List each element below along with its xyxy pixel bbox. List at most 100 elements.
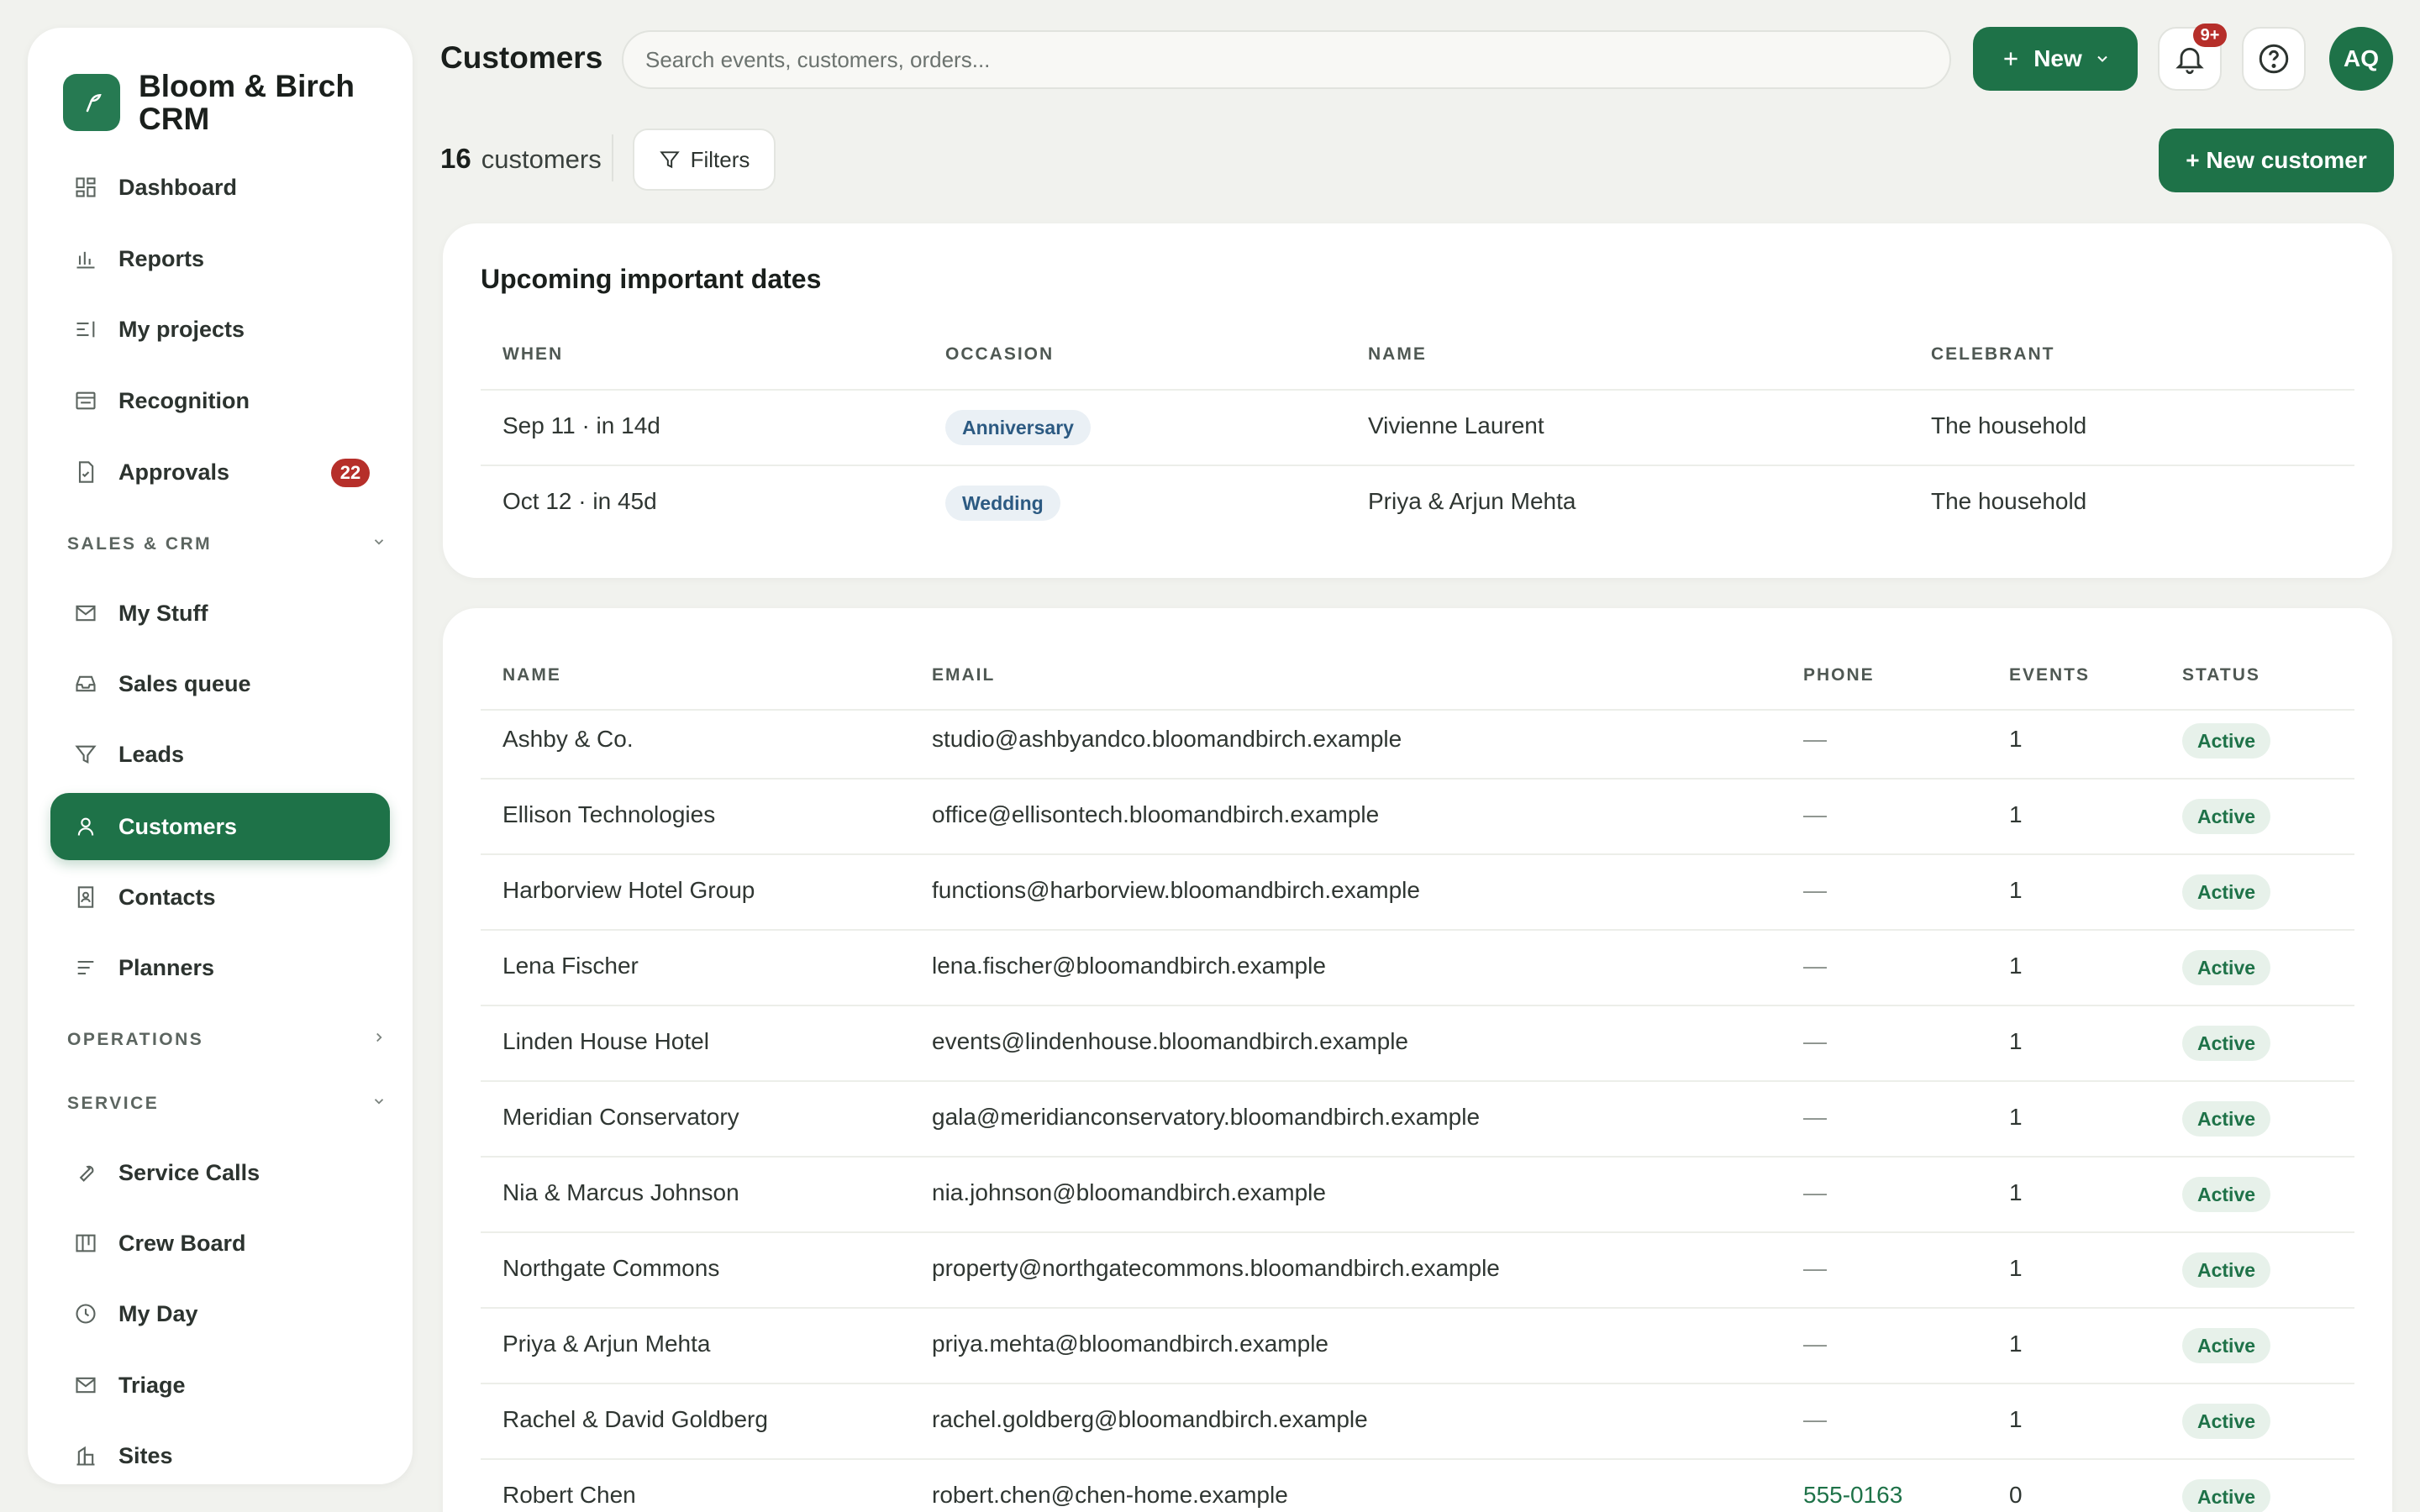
customer-name-cell: Lena Fischer xyxy=(502,953,639,979)
customer-name-cell: Priya & Arjun Mehta xyxy=(502,1331,711,1357)
section-service[interactable]: SERVICE xyxy=(67,1087,387,1121)
email-cell: lena.fischer@bloomandbirch.example xyxy=(932,953,1326,979)
events-cell: 1 xyxy=(2009,1406,2023,1432)
customers-table-card: NAME EMAIL PHONE EVENTS STATUS Ashby & C… xyxy=(443,608,2392,1512)
bell-icon xyxy=(2173,42,2207,76)
sidebar-item-sites[interactable]: Sites xyxy=(50,1422,390,1484)
brand[interactable]: Bloom & Birch CRM xyxy=(63,70,382,135)
occasion-badge: Anniversary xyxy=(945,410,1091,445)
sidebar-item-label: Recognition xyxy=(118,387,250,413)
status-badge: Active xyxy=(2182,1101,2271,1137)
column-header-name: NAME xyxy=(502,665,561,685)
sidebar-item-reports[interactable]: Reports xyxy=(50,225,390,292)
email-cell: events@lindenhouse.bloomandbirch.example xyxy=(932,1028,1408,1054)
events-cell: 1 xyxy=(2009,1028,2023,1054)
customer-name-cell: Nia & Marcus Johnson xyxy=(502,1179,739,1205)
sidebar-item-customers[interactable]: Customers xyxy=(50,793,390,860)
phone-cell: — xyxy=(1803,1406,1827,1432)
sidebar-item-approvals[interactable]: Approvals 22 xyxy=(50,438,390,506)
document-check-icon xyxy=(71,458,100,486)
column-header-status: STATUS xyxy=(2182,665,2260,685)
status-badge: Active xyxy=(2182,1177,2271,1212)
events-cell: 1 xyxy=(2009,1331,2023,1357)
phone-cell: — xyxy=(1803,1104,1827,1130)
name-cell: Priya & Arjun Mehta xyxy=(1368,488,1576,514)
row-divider xyxy=(481,778,2354,780)
phone-link[interactable]: 555-0163 xyxy=(1803,1482,1902,1509)
events-cell: 1 xyxy=(2009,1104,2023,1130)
status-badge: Active xyxy=(2182,799,2271,834)
notifications-button[interactable]: 9+ xyxy=(2158,24,2227,91)
search-placeholder: Search events, customers, orders... xyxy=(645,46,991,72)
events-cell: 1 xyxy=(2009,801,2023,827)
column-header-when: WHEN xyxy=(502,344,564,364)
sidebar-item-planners[interactable]: Planners xyxy=(50,934,390,1001)
status-badge: Active xyxy=(2182,1404,2271,1439)
chevron-right-icon xyxy=(371,1030,387,1050)
section-operations[interactable]: OPERATIONS xyxy=(67,1023,387,1057)
sidebar-item-contacts[interactable]: Contacts xyxy=(50,864,390,931)
row-divider xyxy=(481,389,2354,391)
chevron-down-icon xyxy=(371,1094,387,1114)
column-header-celebrant: CELEBRANT xyxy=(1931,344,2055,364)
board-icon xyxy=(71,1229,100,1257)
email-cell: gala@meridianconservatory.bloomandbirch.… xyxy=(932,1104,1481,1130)
new-button[interactable]: New xyxy=(1973,27,2138,91)
section-label: SALES & CRM xyxy=(67,534,213,554)
sidebar-item-recognition[interactable]: Recognition xyxy=(50,367,390,434)
sidebar-item-crew-board[interactable]: Crew Board xyxy=(50,1210,390,1277)
sidebar-item-leads[interactable]: Leads xyxy=(50,721,390,788)
divider xyxy=(612,134,613,181)
row-divider xyxy=(481,853,2354,855)
phone-cell: — xyxy=(1803,1255,1827,1281)
email-cell: studio@ashbyandco.bloomandbirch.example xyxy=(932,726,1402,752)
events-cell: 1 xyxy=(2009,1179,2023,1205)
email-cell: property@northgatecommons.bloomandbirch.… xyxy=(932,1255,1500,1281)
customer-count-label: customers xyxy=(481,144,602,174)
status-badge: Active xyxy=(2182,1026,2271,1061)
column-header-email: EMAIL xyxy=(932,665,996,685)
mail-icon xyxy=(71,599,100,627)
sidebar-item-dashboard[interactable]: Dashboard xyxy=(50,154,390,221)
list-icon xyxy=(71,315,100,344)
events-cell: 1 xyxy=(2009,726,2023,752)
contacts-icon xyxy=(71,883,100,911)
phone-cell: — xyxy=(1803,801,1827,827)
sidebar-item-label: My projects xyxy=(118,316,245,342)
sidebar-item-my-day[interactable]: My Day xyxy=(50,1280,390,1347)
sidebar-item-label: Service Calls xyxy=(118,1159,260,1185)
phone-cell: — xyxy=(1803,1179,1827,1205)
sidebar-item-triage[interactable]: Triage xyxy=(50,1352,390,1419)
sidebar-item-my-projects[interactable]: My projects xyxy=(50,296,390,363)
plus-icon xyxy=(2000,48,2022,70)
search-input[interactable]: Search events, customers, orders... xyxy=(622,30,1951,89)
email-cell: robert.chen@chen-home.example xyxy=(932,1482,1288,1508)
new-button-label: New xyxy=(2033,45,2082,71)
sidebar-item-sales-queue[interactable]: Sales queue xyxy=(50,650,390,717)
filters-button[interactable]: Filters xyxy=(633,129,776,191)
sidebar-item-service-calls[interactable]: Service Calls xyxy=(50,1139,390,1206)
sidebar-item-label: Planners xyxy=(118,954,215,980)
avatar[interactable]: AQ xyxy=(2329,27,2393,91)
sidebar-item-label: My Day xyxy=(118,1300,198,1326)
customer-name-cell: Ashby & Co. xyxy=(502,726,634,752)
events-cell: 1 xyxy=(2009,953,2023,979)
sidebar-item-label: My Stuff xyxy=(118,600,208,626)
help-button[interactable] xyxy=(2242,27,2306,91)
events-cell: 0 xyxy=(2009,1482,2023,1508)
events-cell: 1 xyxy=(2009,877,2023,903)
brand-name: Bloom & Birch CRM xyxy=(139,69,355,136)
row-divider xyxy=(481,1383,2354,1384)
status-badge: Active xyxy=(2182,1328,2271,1363)
sidebar-item-my-stuff[interactable]: My Stuff xyxy=(50,580,390,647)
new-customer-button[interactable]: + New customer xyxy=(2159,129,2394,192)
phone-cell: — xyxy=(1803,1028,1827,1054)
sidebar-item-label: Triage xyxy=(118,1372,186,1398)
row-divider xyxy=(481,1231,2354,1233)
sidebar-item-label: Crew Board xyxy=(118,1230,246,1256)
brand-logo-icon xyxy=(63,74,120,131)
row-divider xyxy=(481,1080,2354,1082)
phone-cell: — xyxy=(1803,953,1827,979)
row-divider xyxy=(481,1005,2354,1006)
section-sales-crm[interactable]: SALES & CRM xyxy=(67,528,387,561)
